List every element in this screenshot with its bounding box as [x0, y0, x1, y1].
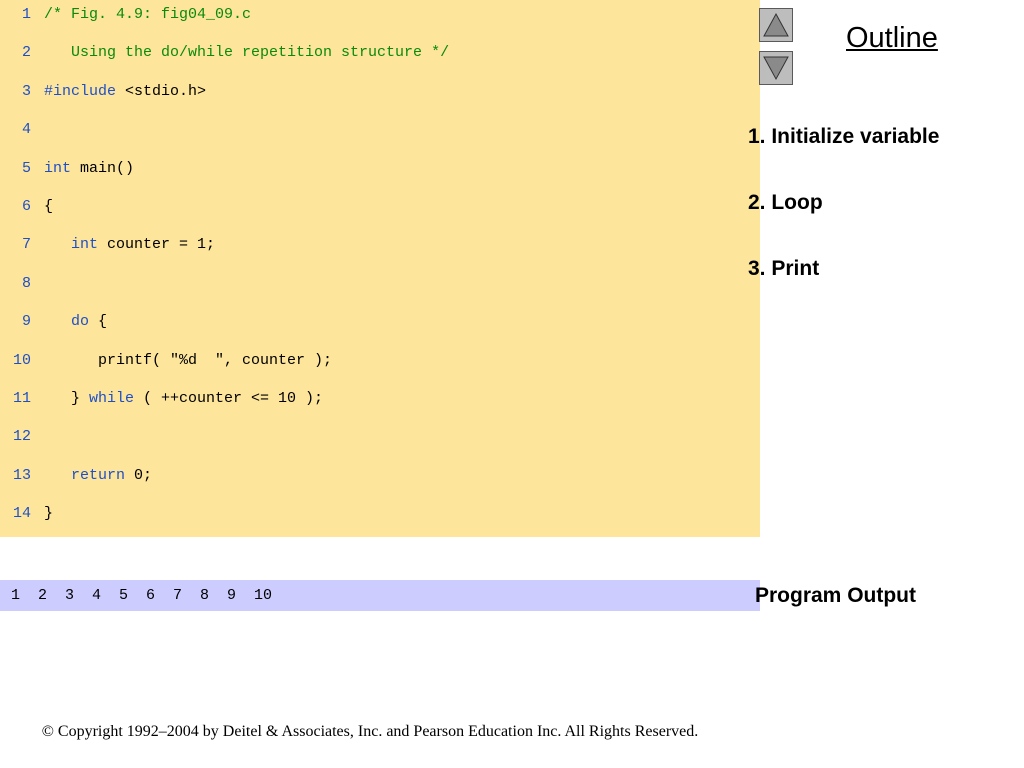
- line-number: 11: [12, 390, 31, 407]
- code-token: }: [44, 505, 54, 523]
- line-number: 5: [21, 159, 31, 177]
- line-number: 6: [21, 198, 31, 215]
- code-line: 14}: [0, 504, 760, 524]
- code-text: #include <stdio.h>: [44, 82, 206, 102]
- code-comment: Using the do/while repetition structure …: [44, 44, 450, 62]
- triangle-up-icon: [763, 12, 789, 37]
- code-token: }: [44, 390, 90, 407]
- code-keyword: while: [89, 390, 135, 407]
- code-comment: /* Fig. 4.9: fig04_09.c: [44, 6, 252, 23]
- code-token: counter = 1;: [98, 236, 216, 254]
- outline-item-print: 3. Print: [748, 257, 820, 280]
- code-text: } while ( ++counter <= 10 );: [44, 389, 323, 409]
- code-keyword: int: [71, 236, 99, 254]
- previous-slide-button[interactable]: [759, 8, 793, 42]
- code-token: 0;: [125, 466, 153, 484]
- copyright-footer: © Copyright 1992–2004 by Deitel & Associ…: [41, 723, 699, 740]
- code-line: 3 #include <stdio.h>: [0, 82, 760, 102]
- line-number: 12: [12, 428, 31, 446]
- code-line: 11 } while ( ++counter <= 10 );: [0, 389, 760, 409]
- outline-item-loop: 2. Loop: [748, 191, 823, 214]
- line-number: 3: [21, 82, 31, 100]
- code-text: do {: [44, 312, 107, 332]
- line-number: 14: [12, 505, 31, 523]
- line-number: 10: [12, 351, 31, 369]
- code-line: 9 do {: [0, 312, 760, 332]
- triangle-down-icon: [763, 56, 789, 81]
- line-number: 7: [21, 236, 31, 254]
- code-line: 13 return 0;: [0, 466, 760, 486]
- outline-title[interactable]: Outline: [846, 22, 938, 55]
- code-token: {: [89, 313, 108, 331]
- program-output-text: 1 2 3 4 5 6 7 8 9 10: [11, 587, 273, 604]
- code-token: ( ++counter <= 10 );: [134, 390, 324, 407]
- code-text: printf( "%d ", counter );: [44, 351, 332, 371]
- code-keyword: do: [71, 313, 90, 331]
- code-token: {: [44, 198, 54, 215]
- code-text: /* Fig. 4.9: fig04_09.c: [44, 5, 251, 25]
- code-line: 2 Using the do/while repetition structur…: [0, 43, 760, 63]
- line-number: 4: [21, 121, 31, 139]
- code-token: main(): [71, 159, 135, 177]
- code-text: }: [44, 504, 53, 524]
- code-panel: 1 /* Fig. 4.9: fig04_09.c 2 Using the do/w…: [0, 0, 760, 537]
- line-number: 13: [12, 466, 31, 484]
- program-output-panel: 1 2 3 4 5 6 7 8 9 10: [0, 580, 760, 611]
- code-text: int main(): [44, 159, 134, 179]
- code-text: Using the do/while repetition structure …: [44, 43, 449, 63]
- code-line: 5 int main(): [0, 159, 760, 179]
- line-number: 8: [21, 274, 31, 292]
- code-token: printf( "%d ", counter );: [44, 351, 333, 369]
- code-keyword: #include: [44, 82, 117, 100]
- code-line: 12: [0, 427, 760, 447]
- line-number: 9: [21, 313, 31, 331]
- code-token: <stdio.h>: [116, 82, 207, 100]
- code-line: 7 int counter = 1;: [0, 235, 760, 255]
- code-line: 6{: [0, 197, 760, 217]
- code-text: {: [44, 197, 53, 217]
- code-line: 8: [0, 274, 760, 294]
- code-line: 1 /* Fig. 4.9: fig04_09.c: [0, 5, 760, 25]
- line-number: 2: [21, 44, 31, 62]
- code-keyword: int: [44, 159, 72, 177]
- next-slide-button[interactable]: [759, 51, 793, 85]
- outline-item-program-output: Program Output: [755, 584, 916, 607]
- code-keyword: return: [71, 466, 126, 484]
- code-line: 4: [0, 120, 760, 140]
- code-line: 10 printf( "%d ", counter );: [0, 351, 760, 371]
- outline-item-initialize: 1. Initialize variable: [748, 125, 940, 148]
- line-number: 1: [21, 6, 31, 23]
- code-text: return 0;: [44, 466, 152, 486]
- code-text: int counter = 1;: [44, 235, 215, 255]
